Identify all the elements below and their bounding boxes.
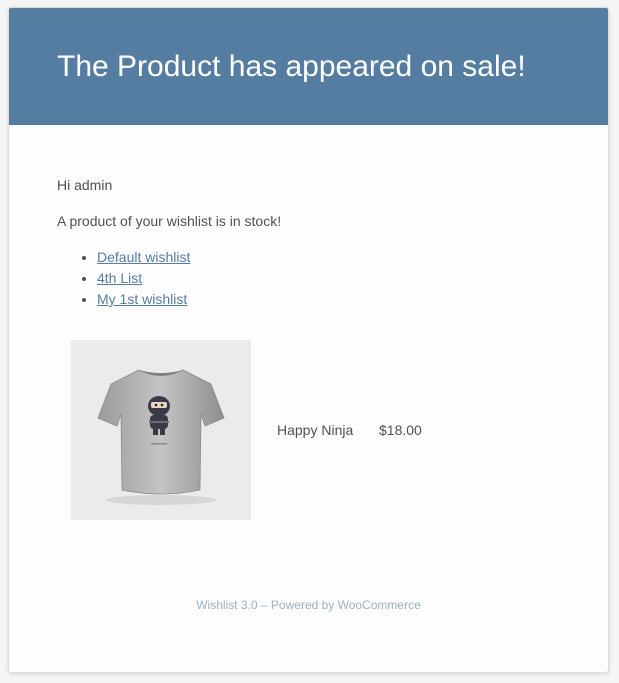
wishlist-link-4th-list[interactable]: 4th List	[97, 270, 142, 286]
wishlist-links: Default wishlist 4th List My 1st wishlis…	[57, 247, 560, 310]
email-header: The Product has appeared on sale!	[9, 8, 608, 125]
email-title: The Product has appeared on sale!	[57, 50, 526, 83]
product-price: $18.00	[379, 422, 422, 438]
email-body: Hi admin A product of your wishlist is i…	[9, 125, 608, 520]
wishlist-item: 4th List	[97, 268, 560, 289]
email-card: The Product has appeared on sale! Hi adm…	[8, 7, 609, 673]
wishlist-item: My 1st wishlist	[97, 289, 560, 310]
wishlist-link-default[interactable]: Default wishlist	[97, 249, 190, 265]
wishlist-item: Default wishlist	[97, 247, 560, 268]
ninja-tshirt-icon	[97, 369, 225, 505]
product-row: Happy Ninja $18.00	[71, 340, 560, 520]
wishlist-link-my-1st[interactable]: My 1st wishlist	[97, 291, 187, 307]
email-footer: Wishlist 3.0 – Powered by WooCommerce	[196, 598, 421, 612]
greeting-text: Hi admin	[57, 177, 113, 193]
intro-text: A product of your wishlist is in stock!	[57, 213, 282, 229]
product-image[interactable]	[71, 340, 251, 520]
product-name: Happy Ninja	[277, 422, 354, 438]
